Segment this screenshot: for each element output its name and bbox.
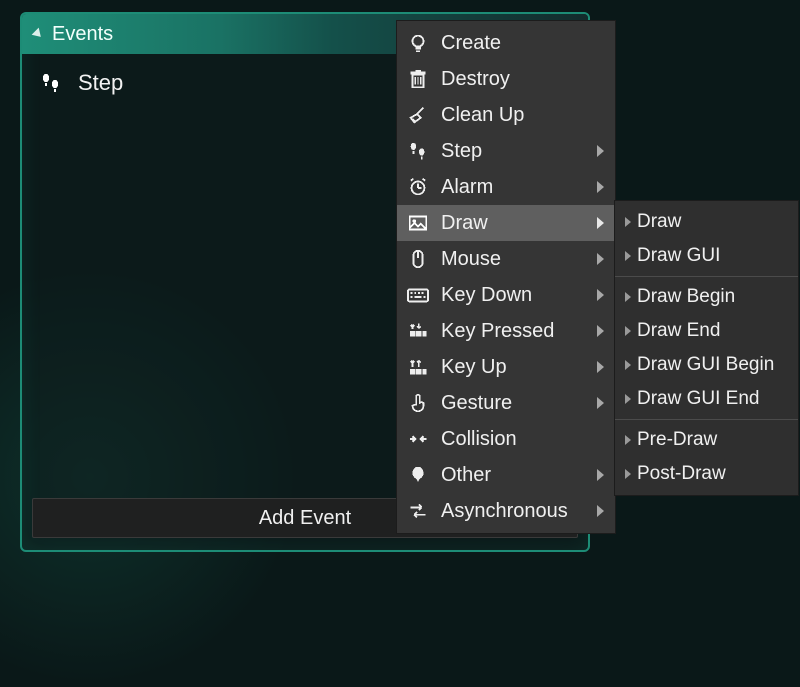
menu-label: Step <box>441 140 583 163</box>
menu-item-draw[interactable]: Draw <box>397 205 615 241</box>
menu-item-key-up[interactable]: Key Up <box>397 349 615 385</box>
chevron-right-icon <box>625 326 631 336</box>
chevron-right-icon <box>593 145 607 157</box>
menu-item-other[interactable]: Other <box>397 457 615 493</box>
submenu-item-draw-gui-begin[interactable]: Draw GUI Begin <box>615 348 798 382</box>
chevron-right-icon <box>593 253 607 265</box>
draw-submenu: Draw Draw GUI Draw Begin Draw End Draw G… <box>614 200 799 496</box>
menu-label: Draw <box>441 212 583 235</box>
menu-item-key-pressed[interactable]: Key Pressed <box>397 313 615 349</box>
keyboard-icon <box>405 282 431 308</box>
menu-label: Collision <box>441 428 583 451</box>
menu-label: Alarm <box>441 176 583 199</box>
menu-item-alarm[interactable]: Alarm <box>397 169 615 205</box>
menu-item-step[interactable]: Step <box>397 133 615 169</box>
menu-label: Create <box>441 32 583 55</box>
menu-label: Gesture <box>441 392 583 415</box>
submenu-item-draw-end[interactable]: Draw End <box>615 314 798 348</box>
chevron-right-icon <box>593 397 607 409</box>
add-event-label: Add Event <box>259 507 351 530</box>
submenu-label: Draw <box>637 211 790 233</box>
bulb-icon <box>405 30 431 56</box>
menu-item-asynchronous[interactable]: Asynchronous <box>397 493 615 529</box>
submenu-label: Draw End <box>637 320 790 342</box>
menu-label: Clean Up <box>441 104 583 127</box>
submenu-item-post-draw[interactable]: Post-Draw <box>615 457 798 491</box>
chevron-right-icon <box>593 505 607 517</box>
image-icon <box>405 210 431 236</box>
chevron-right-icon <box>625 360 631 370</box>
chevron-right-icon <box>593 289 607 301</box>
chevron-right-icon <box>625 435 631 445</box>
chevron-right-icon <box>625 217 631 227</box>
submenu-label: Draw GUI Begin <box>637 354 790 376</box>
submenu-item-draw[interactable]: Draw <box>615 205 798 239</box>
menu-item-destroy[interactable]: Destroy <box>397 61 615 97</box>
keyup-icon <box>405 354 431 380</box>
disclosure-triangle-icon[interactable] <box>32 28 45 41</box>
chevron-right-icon <box>625 251 631 261</box>
submenu-item-draw-gui-end[interactable]: Draw GUI End <box>615 382 798 416</box>
keypress-icon <box>405 318 431 344</box>
event-item-label: Step <box>78 70 123 96</box>
menu-label: Destroy <box>441 68 583 91</box>
async-icon <box>405 498 431 524</box>
submenu-item-draw-begin[interactable]: Draw Begin <box>615 280 798 314</box>
menu-label: Mouse <box>441 248 583 271</box>
trash-icon <box>405 66 431 92</box>
menu-label: Asynchronous <box>441 500 583 523</box>
menu-item-key-down[interactable]: Key Down <box>397 277 615 313</box>
chevron-right-icon <box>625 292 631 302</box>
menu-label: Other <box>441 464 583 487</box>
other-icon <box>405 462 431 488</box>
submenu-label: Draw Begin <box>637 286 790 308</box>
panel-title-group: Events <box>28 23 113 46</box>
menu-item-gesture[interactable]: Gesture <box>397 385 615 421</box>
collision-icon <box>405 426 431 452</box>
menu-item-collision[interactable]: Collision <box>397 421 615 457</box>
submenu-item-draw-gui[interactable]: Draw GUI <box>615 239 798 273</box>
broom-icon <box>405 102 431 128</box>
submenu-label: Pre-Draw <box>637 429 790 451</box>
chevron-right-icon <box>593 361 607 373</box>
menu-item-clean-up[interactable]: Clean Up <box>397 97 615 133</box>
submenu-item-pre-draw[interactable]: Pre-Draw <box>615 423 798 457</box>
mouse-icon <box>405 246 431 272</box>
chevron-right-icon <box>593 469 607 481</box>
footsteps-icon <box>38 70 64 96</box>
chevron-right-icon <box>625 469 631 479</box>
menu-separator <box>615 276 798 277</box>
gesture-icon <box>405 390 431 416</box>
menu-label: Key Up <box>441 356 583 379</box>
menu-item-mouse[interactable]: Mouse <box>397 241 615 277</box>
footsteps-icon <box>405 138 431 164</box>
menu-label: Key Pressed <box>441 320 583 343</box>
submenu-label: Draw GUI <box>637 245 790 267</box>
menu-separator <box>615 419 798 420</box>
menu-item-create[interactable]: Create <box>397 25 615 61</box>
alarm-icon <box>405 174 431 200</box>
menu-label: Key Down <box>441 284 583 307</box>
chevron-right-icon <box>593 181 607 193</box>
chevron-right-icon <box>593 325 607 337</box>
chevron-right-icon <box>625 394 631 404</box>
panel-title: Events <box>52 23 113 46</box>
add-event-menu: Create Destroy Clean Up Step Alarm <box>396 20 616 534</box>
submenu-label: Draw GUI End <box>637 388 790 410</box>
submenu-label: Post-Draw <box>637 463 790 485</box>
chevron-right-icon <box>593 217 607 229</box>
